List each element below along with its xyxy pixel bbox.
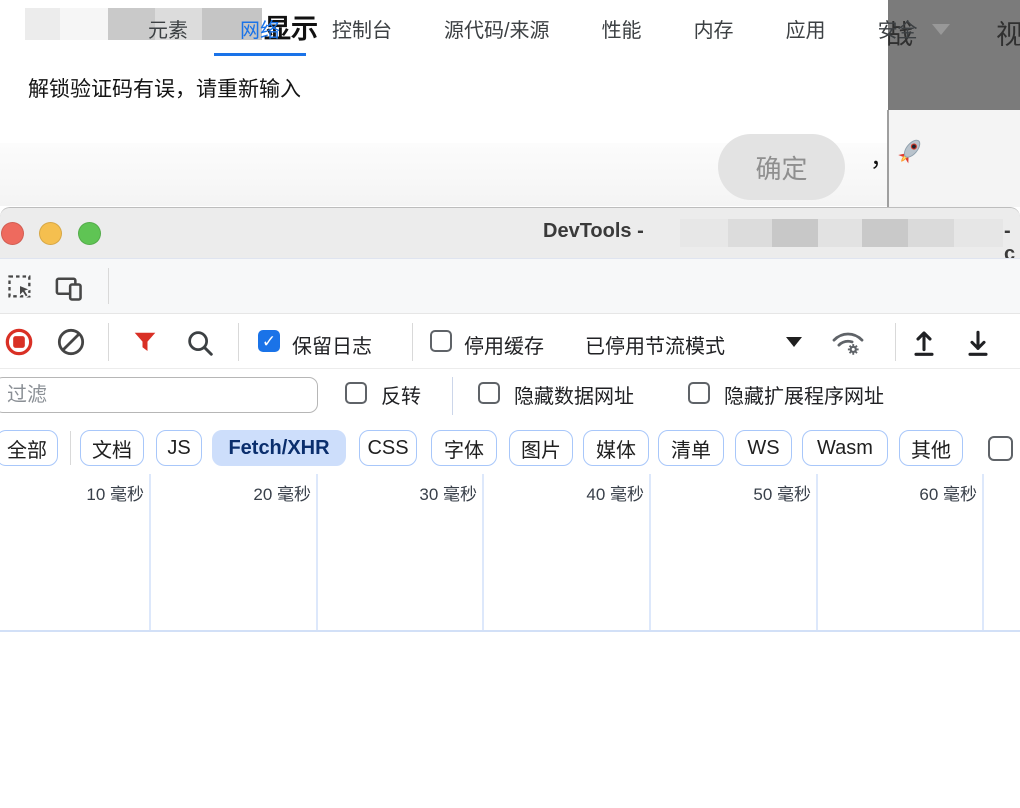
timeline-gridline [649,474,651,632]
tab-application[interactable]: 应用 [760,0,852,56]
window-close-button[interactable] [1,222,24,245]
type-filter-css[interactable]: CSS [359,430,417,466]
tab-security[interactable]: 安全 [852,0,944,56]
inspect-element-icon[interactable] [6,273,34,301]
devtools-tabbar [0,258,1020,314]
filter-row-divider [452,377,453,415]
dialog-confirm-button[interactable]: 确定 [718,134,845,200]
rocket-icon [894,133,928,167]
devtools-window-title: DevTools - [543,220,644,243]
clear-network-log-button[interactable] [57,328,85,356]
type-filter-ws[interactable]: WS [735,430,792,466]
window-minimize-button[interactable] [39,222,62,245]
type-filter-media[interactable]: 媒体 [583,430,649,466]
chip-divider [70,431,71,465]
window-zoom-button[interactable] [78,222,101,245]
tab-network[interactable]: 网络 [214,0,306,56]
invert-filter-checkbox[interactable] [345,382,367,404]
type-filter-other[interactable]: 其他 [899,430,963,466]
dialog-message: 解锁验证码有误，请重新输入 [28,73,301,103]
timeline-gridline [482,474,484,632]
toolbar-divider-1 [108,323,109,361]
waterfall-bottom-border [0,630,1020,632]
throttling-select[interactable]: 已停用节流模式 [585,330,725,359]
network-conditions-icon[interactable] [830,329,866,357]
throttling-caret-icon[interactable] [786,337,802,347]
page-nav-text-right: 视 [996,13,1020,52]
filter-funnel-icon[interactable] [132,330,158,354]
device-toolbar-icon[interactable] [54,274,84,302]
timeline-gridline [316,474,318,632]
preserve-log-label[interactable]: 保留日志 [292,330,372,359]
timeline-tick-label: 30 毫秒 [377,480,477,505]
type-filter-wasm[interactable]: Wasm [802,430,888,466]
page-comma-text: ， [870,138,894,173]
timeline-tick-label: 40 毫秒 [544,480,644,505]
type-filter-manifest[interactable]: 清单 [658,430,724,466]
screen: 显示 解锁验证码有误，请重新输入 确定 战 视 ， DevTools - [0,0,1020,808]
devtools-tabs: 元素 网络 控制台 源代码/来源 性能 内存 应用 安全 [122,0,944,56]
record-network-log-button[interactable] [5,328,33,356]
type-filter-fetch-xhr[interactable]: Fetch/XHR [212,430,346,466]
toolbar-divider-2 [238,323,239,361]
hide-extension-urls-label[interactable]: 隐藏扩展程序网址 [724,380,884,409]
toolbar-divider-4 [895,323,896,361]
timeline-tick-label: 60 毫秒 [877,480,977,505]
network-filter-more-checkbox[interactable] [988,436,1013,461]
export-har-icon[interactable] [908,327,940,359]
tab-console[interactable]: 控制台 [306,0,418,56]
type-filter-js[interactable]: JS [156,430,202,466]
hide-data-urls-label[interactable]: 隐藏数据网址 [514,380,634,409]
type-filter-all[interactable]: 全部 [0,430,58,466]
redacted-window-title [680,219,1003,247]
preserve-log-checkbox[interactable]: ✓ [258,330,280,352]
timeline-gridline [816,474,818,632]
tab-performance[interactable]: 性能 [576,0,668,56]
timeline-tick-label: 20 毫秒 [211,480,311,505]
import-har-icon[interactable] [962,327,994,359]
timeline-gridline [982,474,984,632]
toolbar-divider-3 [412,323,413,361]
disable-cache-checkbox[interactable] [430,330,452,352]
hide-data-urls-checkbox[interactable] [478,382,500,404]
tab-elements[interactable]: 元素 [122,0,214,56]
timeline-tick-label: 10 毫秒 [44,480,144,505]
tab-sources[interactable]: 源代码/来源 [418,0,576,56]
type-filter-font[interactable]: 字体 [431,430,497,466]
tabbar-divider [108,268,109,304]
search-icon[interactable] [185,328,215,358]
type-filter-doc[interactable]: 文档 [80,430,144,466]
disable-cache-label[interactable]: 停用缓存 [464,330,544,359]
invert-filter-label[interactable]: 反转 [381,380,421,409]
tab-memory[interactable]: 内存 [668,0,760,56]
hide-extension-urls-checkbox[interactable] [688,382,710,404]
type-filter-img[interactable]: 图片 [509,430,573,466]
timeline-gridline [149,474,151,632]
filter-input[interactable] [0,377,318,413]
timeline-tick-label: 50 毫秒 [711,480,811,505]
